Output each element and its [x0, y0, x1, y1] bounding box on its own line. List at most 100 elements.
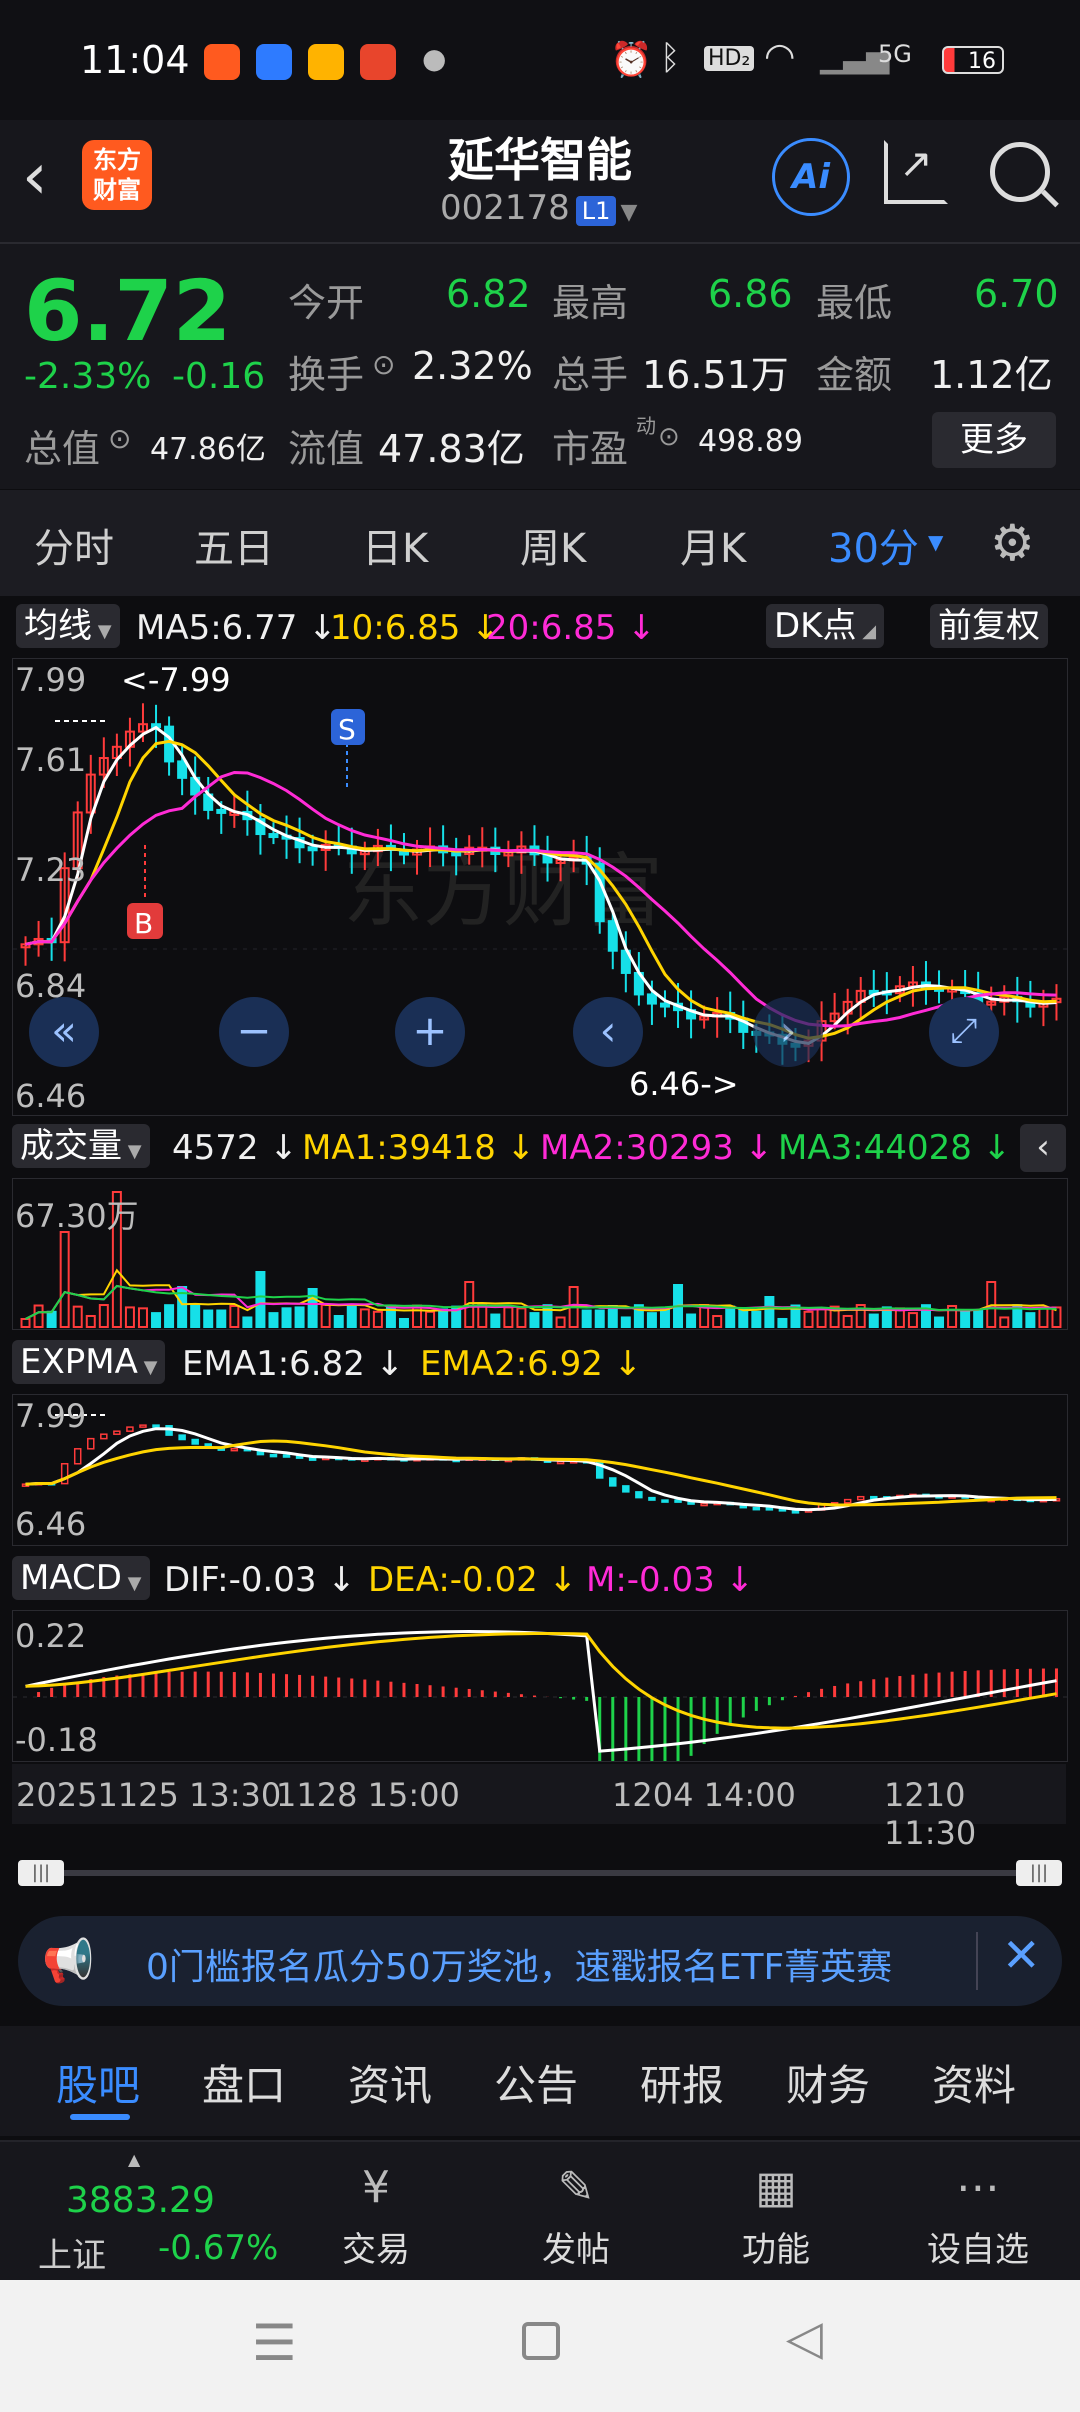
tab-research[interactable]: 研报	[640, 2052, 724, 2113]
functions-button[interactable]: ▦ 功能	[706, 2162, 846, 2271]
promo-banner[interactable]: 📢 0门槛报名瓜分50万奖池，速戳报名ETF菁英赛 ✕	[18, 1916, 1062, 2006]
high-label: 最高	[552, 281, 629, 325]
fullscreen-icon[interactable]: ⤢	[929, 997, 999, 1067]
dk-point-button[interactable]: DK点 ◢	[766, 604, 885, 648]
back-nav-icon[interactable]: ◁	[786, 2310, 823, 2366]
max-price-label: <-7.99	[121, 661, 231, 699]
ma-selector[interactable]: 均线 ▼	[16, 604, 120, 648]
expma-selector[interactable]: EXPMA ▼	[12, 1340, 166, 1384]
y-axis-label: 7.99	[15, 661, 87, 699]
range-track[interactable]	[24, 1870, 1058, 1876]
macd-chart[interactable]: 0.22 -0.18	[12, 1610, 1068, 1916]
range-handle-right[interactable]: |||	[1016, 1860, 1062, 1886]
dif-line	[25, 1629, 1057, 1753]
volume-bar	[294, 1306, 305, 1328]
expma-candle	[635, 1491, 643, 1499]
ema1-line	[25, 1427, 1057, 1512]
y-axis-label: 7.23	[15, 851, 87, 889]
info-icon[interactable]: ⊙	[372, 348, 395, 381]
home-icon[interactable]	[522, 2322, 560, 2360]
index-quote[interactable]: ▲ 3883.29 上证 -0.67%	[28, 2150, 278, 2276]
market-cap-label: 总值	[24, 427, 101, 471]
adjust-button[interactable]: 前复权	[930, 604, 1048, 648]
scroll-right-icon[interactable]: ›	[753, 997, 823, 1067]
volume-bar	[1038, 1307, 1049, 1328]
ma10-text: 10:6.85	[330, 608, 461, 648]
tab-order-book[interactable]: 盘口	[202, 2052, 286, 2113]
dif-value: DIF:-0.03 ↓	[164, 1560, 356, 1600]
zoom-in-icon[interactable]: +	[395, 997, 465, 1067]
volume-selector[interactable]: 成交量 ▼	[12, 1124, 150, 1168]
volume-bar	[594, 1309, 605, 1328]
info-icon[interactable]: ⊙	[108, 422, 131, 455]
volume-bar	[190, 1304, 201, 1328]
system-nav-bar: ☰ ◁	[0, 2280, 1080, 2412]
scroll-far-left-icon[interactable]: «	[29, 997, 99, 1067]
add-watchlist-button[interactable]: ⋯ 设自选	[908, 2162, 1048, 2271]
close-icon[interactable]: ✕	[1002, 1928, 1041, 1982]
stock-code-row[interactable]: 002178 L1 ▼	[440, 188, 637, 228]
more-button[interactable]: 更多	[932, 412, 1056, 468]
volume-bar	[33, 1304, 44, 1328]
last-price: 6.72	[24, 262, 232, 360]
scroll-left-icon[interactable]: ‹	[573, 997, 643, 1067]
dea-text: DEA:-0.02	[368, 1560, 538, 1600]
expma-candle	[178, 1434, 186, 1441]
volume-bar	[151, 1312, 162, 1328]
vol-ma3-text: MA3:44028	[778, 1128, 972, 1168]
volume-bar	[46, 1310, 57, 1328]
menu-icon[interactable]: ☰	[252, 2314, 297, 2372]
candle-body	[164, 725, 175, 763]
change-percent: -2.33%	[24, 356, 152, 397]
tab-weekly[interactable]: 周K	[520, 516, 586, 574]
battery-icon: 16	[942, 46, 1004, 74]
ma-chip-label: 均线	[24, 606, 92, 646]
trade-icon: ¥	[362, 2162, 390, 2213]
tab-forum[interactable]: 股吧	[56, 2052, 140, 2113]
volume-bar	[98, 1304, 109, 1328]
dk-label: DK点	[774, 606, 857, 646]
volume-chart[interactable]: 67.30万	[12, 1178, 1068, 1330]
trade-button[interactable]: ¥ 交易	[306, 2162, 446, 2271]
expma-candle	[73, 1448, 82, 1465]
ma-indicator-row: 均线 ▼ MA5:6.77 ↓ 10:6.85 ↓ 20:6.85 ↓ DK点 …	[0, 604, 1080, 652]
kline-chart[interactable]: 东方财富 <-7.99 6.46-> S B 7.99 7.61 7.23 6.…	[12, 658, 1068, 1116]
macd-selector[interactable]: MACD ▼	[12, 1556, 150, 1600]
ema2-value: EMA2:6.92 ↓	[420, 1344, 643, 1384]
expma-candle	[661, 1499, 669, 1503]
volume-text: 4572	[172, 1128, 259, 1168]
tab-news[interactable]: 资讯	[348, 2052, 432, 2113]
tab-daily[interactable]: 日K	[362, 516, 428, 574]
collapse-panel-icon[interactable]: ‹	[1020, 1124, 1066, 1172]
active-tab-indicator	[70, 2114, 130, 2120]
volume-bar	[712, 1315, 723, 1328]
tab-30min[interactable]: 30分	[828, 516, 919, 574]
volume-value: 16.51万	[642, 353, 789, 397]
time-label: 20251125 13:30	[16, 1776, 282, 1814]
ai-assistant-icon[interactable]: Ai	[772, 138, 850, 216]
tab-five-day[interactable]: 五日	[194, 516, 274, 574]
volume-chip-label: 成交量	[20, 1126, 122, 1166]
zoom-out-icon[interactable]: −	[219, 997, 289, 1067]
tab-intraday[interactable]: 分时	[34, 516, 114, 574]
range-handle-left[interactable]: |||	[18, 1860, 64, 1886]
time-label: 1210 11:30	[884, 1776, 977, 1852]
volume-bar	[686, 1313, 697, 1329]
tab-profile[interactable]: 资料	[932, 2052, 1016, 2113]
volume-bar	[646, 1312, 657, 1329]
high-value: 6.86	[708, 272, 793, 316]
tab-announcements[interactable]: 公告	[494, 2052, 578, 2113]
tab-monthly[interactable]: 月K	[680, 516, 746, 574]
settings-gear-icon[interactable]: ⚙	[990, 514, 1035, 572]
tab-financials[interactable]: 财务	[786, 2052, 870, 2113]
share-icon[interactable]: ↗	[884, 140, 948, 204]
volume-bar	[960, 1309, 971, 1328]
expma-chart[interactable]: 7.99 6.46	[12, 1394, 1068, 1546]
post-button[interactable]: ✎ 发帖	[506, 2162, 646, 2271]
macd-y-top: 0.22	[15, 1617, 87, 1655]
vol-ma1-text: MA1:39418	[302, 1128, 496, 1168]
market-cap-value: 47.86亿	[150, 432, 266, 467]
ma10-value: 10:6.85 ↓	[330, 608, 500, 648]
app-notification-icon	[204, 44, 240, 80]
info-icon[interactable]: ⊙	[658, 422, 680, 452]
